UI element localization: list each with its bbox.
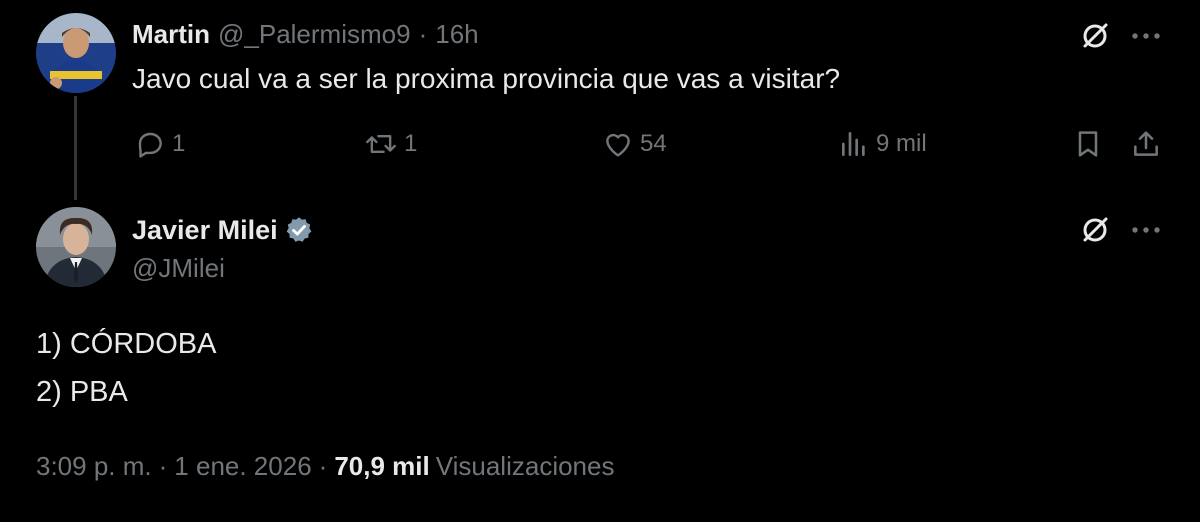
main-author-avatar[interactable]	[36, 207, 116, 287]
views-icon	[842, 132, 865, 156]
bookmark-icon	[1078, 131, 1098, 157]
bookmark-button[interactable]	[1072, 124, 1104, 164]
reply-author-avatar[interactable]	[36, 13, 116, 93]
tweet-meta-row: 3:09 p. m. · 1 ene. 2026 · 70,9 mil Visu…	[36, 448, 614, 484]
tweet-views-label: Visualizaciones	[435, 450, 615, 481]
main-author-row: Javier Milei	[132, 212, 314, 248]
reply-count: 1	[172, 130, 186, 157]
verified-badge-icon[interactable]	[284, 215, 314, 245]
share-icon	[1134, 131, 1158, 156]
meta-separator: ·	[158, 450, 168, 481]
views-count: 9 mil	[876, 130, 927, 157]
grok-icon[interactable]	[1075, 210, 1115, 250]
reply-icon	[138, 132, 162, 158]
tweet-text-line: 1) CÓRDOBA	[36, 328, 217, 360]
reply-timestamp[interactable]: 16h	[435, 19, 478, 50]
main-author-handle[interactable]: @JMilei	[132, 253, 225, 284]
like-count: 54	[640, 130, 667, 157]
retweet-count: 1	[404, 130, 418, 157]
reply-header: Martin @_Palermismo9 · 16h	[132, 17, 479, 51]
reply-text: Javo cual va a ser la proxima provincia …	[132, 63, 841, 94]
reply-action-bar: 1 1 54 9 mil	[0, 124, 1200, 164]
reply-author-handle[interactable]: @_Palermismo9	[218, 19, 411, 50]
meta-separator: ·	[318, 450, 328, 481]
main-author-name[interactable]: Javier Milei	[132, 215, 278, 246]
views-button[interactable]: 9 mil	[838, 124, 927, 164]
reply-header-separator: ·	[418, 18, 428, 49]
share-button[interactable]	[1130, 124, 1162, 164]
heart-icon	[606, 133, 630, 157]
tweet-text-line: 2) PBA	[36, 376, 128, 408]
tweet-date[interactable]: 1 ene. 2026	[174, 451, 311, 482]
more-options-icon[interactable]	[1126, 210, 1166, 250]
like-button[interactable]: 54	[602, 124, 667, 164]
more-options-icon[interactable]	[1126, 16, 1166, 56]
main-tweet-text: 1) CÓRDOBA 2) PBA	[36, 320, 216, 416]
tweet-views-count[interactable]: 70,9 mil	[334, 451, 429, 482]
tweet-time[interactable]: 3:09 p. m.	[36, 451, 152, 482]
reply-author-name[interactable]: Martin	[132, 19, 210, 50]
grok-icon[interactable]	[1075, 16, 1115, 56]
retweet-icon	[366, 134, 396, 154]
reply-button[interactable]: 1	[134, 124, 185, 164]
retweet-button[interactable]: 1	[364, 124, 417, 164]
